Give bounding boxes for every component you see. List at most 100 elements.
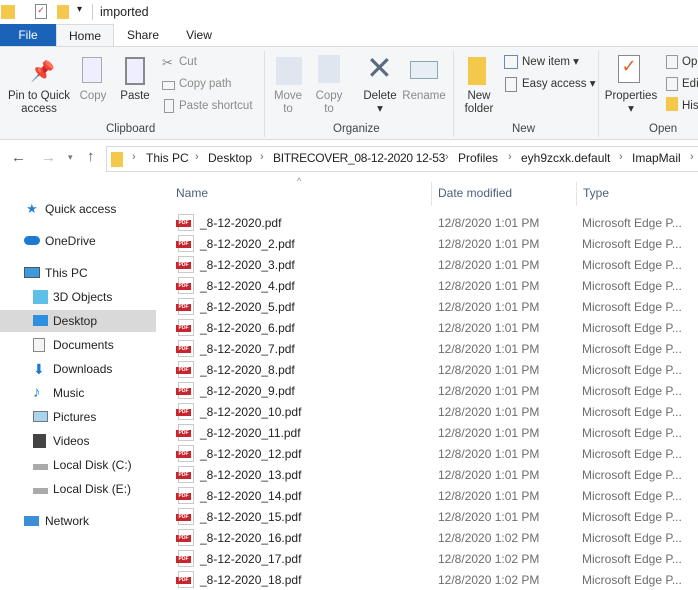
window-title: imported	[100, 5, 149, 19]
column-header-name[interactable]: Name	[176, 186, 208, 200]
group-label-new: New	[512, 123, 536, 135]
ribbon: 📌 Pin to Quick access Copy Paste ✂ Cut Co…	[0, 46, 698, 140]
new-folder-qat-icon[interactable]	[57, 5, 69, 19]
file-date-modified: 12/8/2020 1:01 PM	[438, 489, 540, 503]
recent-locations-icon[interactable]: ▾	[68, 152, 73, 163]
pin-to-quick-access-button[interactable]: Pin to Quick access	[4, 90, 74, 116]
pdf-file-icon: PDF	[176, 445, 194, 462]
paste-shortcut-button[interactable]: Paste shortcut	[179, 100, 253, 113]
file-row[interactable]: PDF _8-12-2020_16.pdf 12/8/2020 1:02 PM …	[170, 527, 698, 548]
file-row[interactable]: PDF _8-12-2020_17.pdf 12/8/2020 1:02 PM …	[170, 548, 698, 569]
label: to	[283, 103, 293, 115]
copy-to-icon	[318, 55, 340, 83]
file-date-modified: 12/8/2020 1:01 PM	[438, 258, 540, 272]
breadcrumb-item[interactable]: Profiles	[458, 151, 498, 165]
cloud-icon	[24, 236, 40, 245]
copy-button[interactable]: Copy	[76, 90, 110, 103]
open-button[interactable]: Op	[682, 56, 697, 69]
file-row[interactable]: PDF _8-12-2020_4.pdf 12/8/2020 1:01 PM M…	[170, 275, 698, 296]
properties-qat-icon[interactable]: ✓	[35, 4, 47, 19]
paste-button[interactable]: Paste	[118, 90, 152, 103]
file-row[interactable]: PDF _8-12-2020_15.pdf 12/8/2020 1:01 PM …	[170, 506, 698, 527]
paste-icon	[125, 57, 145, 85]
tab-share[interactable]: Share	[118, 24, 168, 46]
pdf-file-icon: PDF	[176, 571, 194, 588]
file-row[interactable]: PDF _8-12-2020_8.pdf 12/8/2020 1:01 PM M…	[170, 359, 698, 380]
file-row[interactable]: PDF _8-12-2020_14.pdf 12/8/2020 1:01 PM …	[170, 485, 698, 506]
sidebar-item-network[interactable]: Network	[0, 510, 156, 532]
breadcrumb-item[interactable]: This PC	[146, 151, 189, 165]
label: Move	[273, 90, 303, 102]
chevron-right-icon: ›	[690, 151, 694, 163]
sidebar-item-documents[interactable]: Documents	[0, 334, 156, 356]
sidebar-item-desktop[interactable]: Desktop	[0, 310, 156, 332]
easy-access-button[interactable]: Easy access ▾	[522, 78, 596, 91]
tab-view[interactable]: View	[174, 24, 224, 46]
delete-button[interactable]: Delete ▾	[360, 90, 400, 116]
file-type: Microsoft Edge P...	[582, 426, 682, 440]
file-row[interactable]: PDF _8-12-2020_7.pdf 12/8/2020 1:01 PM M…	[170, 338, 698, 359]
copy-to-button[interactable]: Copy to	[311, 90, 347, 116]
rename-button[interactable]: Rename	[402, 90, 446, 103]
breadcrumb-item[interactable]: BITRECOVER_08-12-2020 12-53	[273, 151, 445, 165]
breadcrumb-item[interactable]: eyh9zcxk.default	[521, 151, 610, 165]
file-row[interactable]: PDF _8-12-2020_9.pdf 12/8/2020 1:01 PM M…	[170, 380, 698, 401]
file-type: Microsoft Edge P...	[582, 279, 682, 293]
history-button[interactable]: His	[682, 100, 698, 113]
tab-home[interactable]: Home	[56, 24, 114, 47]
sidebar-item-onedrive[interactable]: OneDrive	[0, 230, 156, 252]
file-name: _8-12-2020_17.pdf	[200, 552, 302, 566]
move-to-button[interactable]: Move to	[270, 90, 306, 116]
back-icon[interactable]: ←	[11, 149, 26, 166]
tab-file[interactable]: File	[0, 24, 56, 46]
rename-icon	[410, 61, 438, 79]
file-row[interactable]: PDF _8-12-2020_2.pdf 12/8/2020 1:01 PM M…	[170, 233, 698, 254]
pdf-file-icon: PDF	[176, 403, 194, 420]
file-row[interactable]: PDF _8-12-2020_10.pdf 12/8/2020 1:01 PM …	[170, 401, 698, 422]
forward-icon[interactable]: →	[41, 149, 56, 166]
file-row[interactable]: PDF _8-12-2020_13.pdf 12/8/2020 1:01 PM …	[170, 464, 698, 485]
file-row[interactable]: PDF _8-12-2020_11.pdf 12/8/2020 1:01 PM …	[170, 422, 698, 443]
sidebar-item-videos[interactable]: Videos	[0, 430, 156, 452]
file-row[interactable]: PDF _8-12-2020_12.pdf 12/8/2020 1:01 PM …	[170, 443, 698, 464]
column-header-type[interactable]: Type	[583, 186, 609, 200]
desktop-icon	[33, 315, 48, 326]
column-divider[interactable]	[576, 182, 577, 206]
file-row[interactable]: PDF _8-12-2020_6.pdf 12/8/2020 1:01 PM M…	[170, 317, 698, 338]
properties-button[interactable]: Properties ▾	[602, 90, 660, 116]
column-divider[interactable]	[431, 182, 432, 206]
cut-button[interactable]: Cut	[179, 56, 197, 69]
label: New item	[522, 56, 570, 68]
file-date-modified: 12/8/2020 1:01 PM	[438, 426, 540, 440]
file-row[interactable]: PDF _8-12-2020_5.pdf 12/8/2020 1:01 PM M…	[170, 296, 698, 317]
new-item-button[interactable]: New item ▾	[522, 56, 579, 69]
sidebar-item-pictures[interactable]: Pictures	[0, 406, 156, 428]
copy-path-button[interactable]: Copy path	[179, 78, 231, 91]
group-label-clipboard: Clipboard	[106, 123, 156, 135]
file-row[interactable]: PDF _8-12-2020.pdf 12/8/2020 1:01 PM Mic…	[170, 212, 698, 233]
edit-button[interactable]: Edi	[682, 78, 698, 91]
file-name: _8-12-2020_2.pdf	[200, 237, 295, 251]
file-name: _8-12-2020_9.pdf	[200, 384, 295, 398]
column-header-date-modified[interactable]: Date modified	[438, 186, 512, 200]
new-folder-button[interactable]: New folder	[460, 90, 498, 116]
breadcrumb-item[interactable]: Desktop	[208, 151, 252, 165]
label: Videos	[53, 434, 90, 448]
file-row[interactable]: PDF _8-12-2020_3.pdf 12/8/2020 1:01 PM M…	[170, 254, 698, 275]
label: Network	[45, 514, 90, 528]
file-name: _8-12-2020_15.pdf	[200, 510, 302, 524]
up-icon[interactable]: ↑	[87, 148, 95, 165]
music-icon: ♪	[33, 384, 41, 401]
customize-qat-icon[interactable]: ▾	[77, 4, 82, 15]
breadcrumb-item[interactable]: ImapMail	[632, 151, 681, 165]
sidebar-item-downloads[interactable]: ⬇ Downloads	[0, 358, 156, 380]
sidebar-item-music[interactable]: ♪ Music	[0, 382, 156, 404]
sidebar-item-3d-objects[interactable]: 3D Objects	[0, 286, 156, 308]
sidebar-item-quick-access[interactable]: ★ Quick access	[0, 198, 156, 220]
sidebar-item-local-disk-e[interactable]: Local Disk (E:)	[0, 478, 156, 500]
file-date-modified: 12/8/2020 1:01 PM	[438, 237, 540, 251]
sidebar-item-this-pc[interactable]: This PC	[0, 262, 156, 284]
video-icon	[33, 434, 46, 448]
sidebar-item-local-disk-c[interactable]: Local Disk (C:)	[0, 454, 156, 476]
edit-icon	[666, 77, 678, 91]
